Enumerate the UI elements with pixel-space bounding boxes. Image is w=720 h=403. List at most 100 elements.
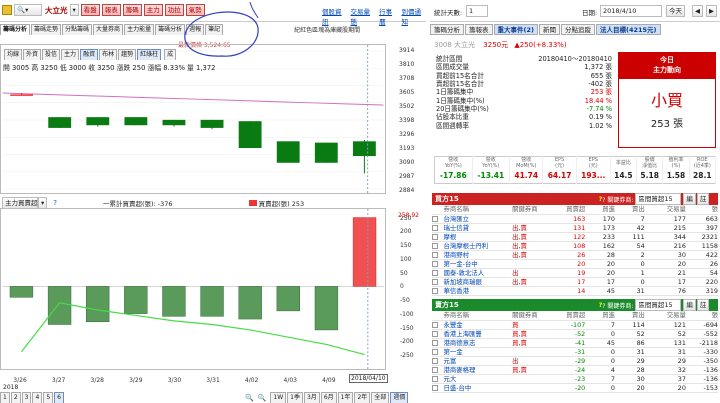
- checkbox-cell[interactable]: [432, 374, 444, 384]
- link-trade[interactable]: 交易彙態: [351, 6, 376, 26]
- checkbox-cell[interactable]: [432, 347, 444, 357]
- gate-select-sell[interactable]: 區間買超15: [635, 299, 682, 311]
- tab-weekly[interactable]: 週報: [186, 24, 205, 35]
- zoom-out-icon[interactable]: 🔍: [258, 394, 267, 402]
- tab-main-energy[interactable]: 主力能量: [124, 24, 155, 35]
- checkbox-cell[interactable]: [432, 286, 444, 296]
- broker-row[interactable]: 台灣摩根士丹利 出,賣 108 162 54 216 1158: [432, 241, 718, 251]
- range-weekly[interactable]: 週價: [390, 392, 409, 403]
- broker-row[interactable]: 台灣匯立 163 170 7 177 663: [432, 214, 718, 224]
- help-icon[interactable]: ?: [53, 199, 57, 207]
- checkbox-cell[interactable]: [432, 365, 444, 375]
- broker-row[interactable]: 元富出 -29 0 29 29 -350: [432, 356, 718, 366]
- checkbox-cell[interactable]: [432, 320, 444, 330]
- page-1[interactable]: 1: [0, 392, 10, 403]
- broker-row[interactable]: 港商麥格理 買,賣 -24 4 28 32 -136: [432, 365, 718, 375]
- broker-row[interactable]: 華信香港 14 45 31 76 319: [432, 286, 718, 296]
- rtab-target[interactable]: 法人目標(4215元): [595, 24, 661, 35]
- row-checkbox[interactable]: [432, 321, 438, 328]
- tab-margin[interactable]: 融資: [80, 49, 99, 60]
- checkbox-cell[interactable]: [432, 214, 444, 224]
- volume-bar-chart[interactable]: [0, 208, 386, 370]
- broker-row[interactable]: 新加坡商瑞銀 出,賣 17 17 0 17 220: [432, 277, 718, 287]
- checkbox-cell[interactable]: [432, 383, 444, 393]
- tab-big-broker[interactable]: 大量券商: [93, 24, 124, 35]
- note-button-sell[interactable]: 註: [696, 299, 710, 311]
- toolbar-button-3[interactable]: 主力: [143, 4, 163, 16]
- checkbox-cell[interactable]: [432, 259, 444, 269]
- row-checkbox[interactable]: [432, 330, 438, 337]
- rtab-chip[interactable]: 籌碼分析: [430, 24, 464, 35]
- row-checkbox[interactable]: [432, 224, 438, 231]
- row-checkbox[interactable]: [432, 233, 438, 240]
- broker-row[interactable]: 第一金-台中 20 20 0 20 26: [432, 259, 718, 269]
- checkbox-cell[interactable]: [432, 250, 444, 260]
- row-checkbox[interactable]: [432, 375, 438, 382]
- tab-chip-analysis[interactable]: 籌碼分析: [0, 24, 31, 35]
- row-checkbox[interactable]: [432, 269, 438, 276]
- link-alert[interactable]: 到價通知: [401, 6, 426, 26]
- tab-ma[interactable]: 均線: [4, 49, 23, 60]
- tab-branch-chips[interactable]: 分點籌碼: [62, 24, 93, 35]
- tab-foreign[interactable]: 外資: [23, 49, 42, 60]
- toolbar-button-2[interactable]: 籌碼: [122, 4, 142, 16]
- link-calendar[interactable]: 行事曆: [379, 6, 397, 26]
- row-checkbox[interactable]: [432, 251, 438, 258]
- row-checkbox[interactable]: [432, 348, 438, 355]
- tab-trust[interactable]: 投信: [42, 49, 61, 60]
- days-select[interactable]: 1: [466, 5, 488, 17]
- broker-row[interactable]: 日盛-台中 -20 0 20 20 -153: [432, 383, 718, 393]
- toolbar-button-4[interactable]: 功拉: [164, 4, 184, 16]
- link-info[interactable]: 個股資訊: [322, 6, 347, 26]
- toolbar-button-5[interactable]: 氣勢: [185, 4, 205, 16]
- next-day-button[interactable]: ▶: [706, 5, 717, 17]
- range-2y[interactable]: 2年: [354, 392, 371, 403]
- broker-row[interactable]: 元大 -23 7 30 37 -136: [432, 374, 718, 384]
- page-6[interactable]: 6: [54, 392, 64, 403]
- row-checkbox[interactable]: [432, 357, 438, 364]
- tab-bollinger[interactable]: 布林: [99, 49, 118, 60]
- row-checkbox[interactable]: [432, 339, 438, 346]
- page-3[interactable]: 3: [21, 392, 32, 403]
- date-input[interactable]: 2018/4/10: [600, 5, 662, 17]
- tab-notes[interactable]: 筆記: [205, 24, 224, 35]
- rtab-report[interactable]: 籌報表: [465, 24, 493, 35]
- rtab-branch[interactable]: 分點追蹤: [560, 24, 595, 35]
- row-checkbox[interactable]: [432, 366, 438, 373]
- row-checkbox[interactable]: [432, 215, 438, 222]
- gate-select-buy[interactable]: 區間買超15: [635, 193, 682, 205]
- today-button[interactable]: 今天: [666, 5, 685, 17]
- checkbox-cell[interactable]: [432, 241, 444, 251]
- row-checkbox[interactable]: [432, 287, 438, 294]
- prev-day-button[interactable]: ◀: [692, 5, 703, 17]
- checkbox-cell[interactable]: [432, 268, 444, 278]
- tab-trend[interactable]: 趨勢: [118, 49, 137, 60]
- range-1y[interactable]: 1年: [337, 392, 354, 403]
- broker-row[interactable]: 國泰-敦北法人出 19 20 1 21 54: [432, 268, 718, 278]
- broker-row[interactable]: 第一金 -31 0 31 31 -330: [432, 347, 718, 357]
- page-2[interactable]: 2: [10, 392, 21, 403]
- broker-row[interactable]: 瑞士信貸 出,賣 131 173 42 215 397: [432, 223, 718, 233]
- broker-row[interactable]: 永豐金買 -107 7 114 121 -694: [432, 320, 718, 330]
- checkbox-cell[interactable]: [432, 356, 444, 366]
- toolbar-button-0[interactable]: 看盤: [80, 4, 100, 16]
- row-checkbox[interactable]: [432, 384, 438, 391]
- stock-dropdown-icon[interactable]: ▾: [69, 4, 79, 16]
- note-button-buy[interactable]: 註: [696, 193, 710, 205]
- tab-redgreen[interactable]: 紅綠柱: [137, 49, 162, 60]
- checkbox-cell[interactable]: [432, 223, 444, 233]
- rtab-news[interactable]: 新聞: [538, 24, 560, 35]
- range-all[interactable]: 全部: [371, 392, 390, 403]
- broker-row[interactable]: 摩根 出,賣 122 233 111 344 2321: [432, 232, 718, 242]
- checkbox-cell[interactable]: [432, 277, 444, 287]
- zoom-in-icon[interactable]: 🔍: [245, 394, 254, 402]
- broker-row[interactable]: 港商野村 出,賣 26 28 2 30 422: [432, 250, 718, 260]
- row-checkbox[interactable]: [432, 242, 438, 249]
- search-dropdown[interactable]: 🔍▾: [14, 4, 42, 16]
- toolbar-button-1[interactable]: 報表: [101, 4, 121, 16]
- page-5[interactable]: 5: [43, 392, 54, 403]
- page-4[interactable]: 4: [32, 392, 43, 403]
- range-6m[interactable]: 6月: [320, 392, 337, 403]
- range-1q[interactable]: 1季: [287, 392, 303, 403]
- rtab-events[interactable]: 重大事件(2): [493, 24, 538, 35]
